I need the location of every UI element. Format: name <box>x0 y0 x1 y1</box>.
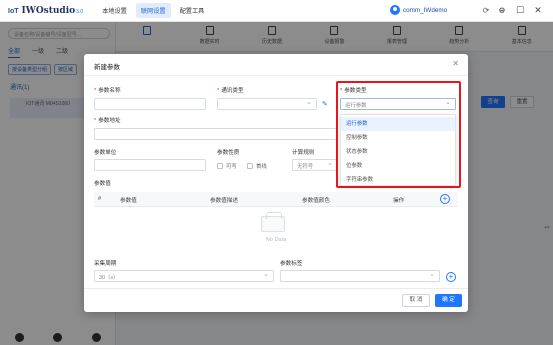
maximize-icon[interactable]: ☐ <box>511 5 529 16</box>
window-close-icon[interactable]: ✕ <box>529 5 547 16</box>
param-tag-label: 参数标签 <box>280 261 303 267</box>
window-controls: – ☐ ✕ <box>493 5 547 16</box>
add-value-icon[interactable]: + <box>440 194 450 204</box>
writable-checkbox[interactable]: 可写 <box>217 162 237 170</box>
param-values-table-header: # 参数值 参数值描述 参数值颜色 操作 + <box>94 192 458 207</box>
sample-period-select[interactable]: 30（s） <box>94 270 274 282</box>
confirm-button[interactable]: 确 定 <box>435 294 462 307</box>
user-account[interactable]: comm_IWdemo <box>390 5 447 15</box>
dialog-header: 新建参数 ✕ <box>84 54 468 76</box>
title-bar: IoT IWOstudio 3.0 本地设置 联网设置 配置工具 comm_IW… <box>0 0 553 22</box>
logo-version: 3.0 <box>76 8 84 15</box>
user-name: comm_IWdemo <box>403 6 448 14</box>
edit-icon[interactable]: ✎ <box>322 100 328 108</box>
comm-type-label: * 通讯类型 <box>217 88 244 94</box>
calc-rule-select[interactable]: 无符号 <box>292 159 338 171</box>
dialog-title: 新建参数 <box>94 64 120 71</box>
app-logo: IoT IWOstudio 3.0 <box>8 6 83 16</box>
main-menu: 本地设置 联网设置 配置工具 <box>97 3 213 18</box>
param-name-label: * 参数名称 <box>94 88 121 94</box>
user-icon <box>390 5 400 15</box>
param-unit-input[interactable] <box>94 159 206 171</box>
highlight-annotation-box <box>336 81 461 188</box>
refresh-icon[interactable]: ⟳ <box>480 6 492 16</box>
empty-box-icon <box>261 212 285 232</box>
col-actions: 操作 <box>393 198 405 204</box>
first-line-checkbox[interactable]: 首线 <box>247 162 267 170</box>
col-description: 参数值描述 <box>210 198 238 204</box>
sample-period-label: 采集周期 <box>94 261 117 267</box>
param-name-input[interactable] <box>94 98 206 110</box>
menu-local-settings[interactable]: 本地设置 <box>97 3 132 18</box>
calc-rule-label: 计算规则 <box>292 150 315 156</box>
empty-text: No Data <box>265 237 287 243</box>
col-index: # <box>98 196 102 202</box>
col-color: 参数值颜色 <box>302 198 330 204</box>
param-nature-label: 参数性质 <box>217 150 240 156</box>
close-icon[interactable]: ✕ <box>452 59 459 68</box>
menu-config-tools[interactable]: 配置工具 <box>175 3 210 18</box>
new-parameter-dialog: 新建参数 ✕ *参数名称 *通讯类型 ✎ *参数类型 *参数地址 参数单位 参数… <box>84 54 468 312</box>
cancel-button[interactable]: 取 消 <box>402 294 430 307</box>
checkbox-box <box>217 163 223 169</box>
param-address-label: * 参数地址 <box>94 118 121 124</box>
add-tag-icon[interactable]: + <box>446 272 456 282</box>
param-address-input[interactable] <box>94 128 338 140</box>
menu-network-settings[interactable]: 联网设置 <box>135 3 171 18</box>
comm-type-select[interactable] <box>217 98 317 110</box>
minimize-icon[interactable]: – <box>493 5 511 16</box>
dialog-footer: 取 消 确 定 <box>84 288 468 312</box>
param-unit-label: 参数单位 <box>94 150 117 156</box>
col-value: 参数值 <box>120 198 137 204</box>
logo-prefix: IoT <box>8 7 19 15</box>
param-tag-select[interactable] <box>280 270 440 282</box>
logo-name: IWOstudio <box>21 5 76 16</box>
param-values-label: 参数值 <box>94 181 111 187</box>
checkbox-box <box>247 163 253 169</box>
